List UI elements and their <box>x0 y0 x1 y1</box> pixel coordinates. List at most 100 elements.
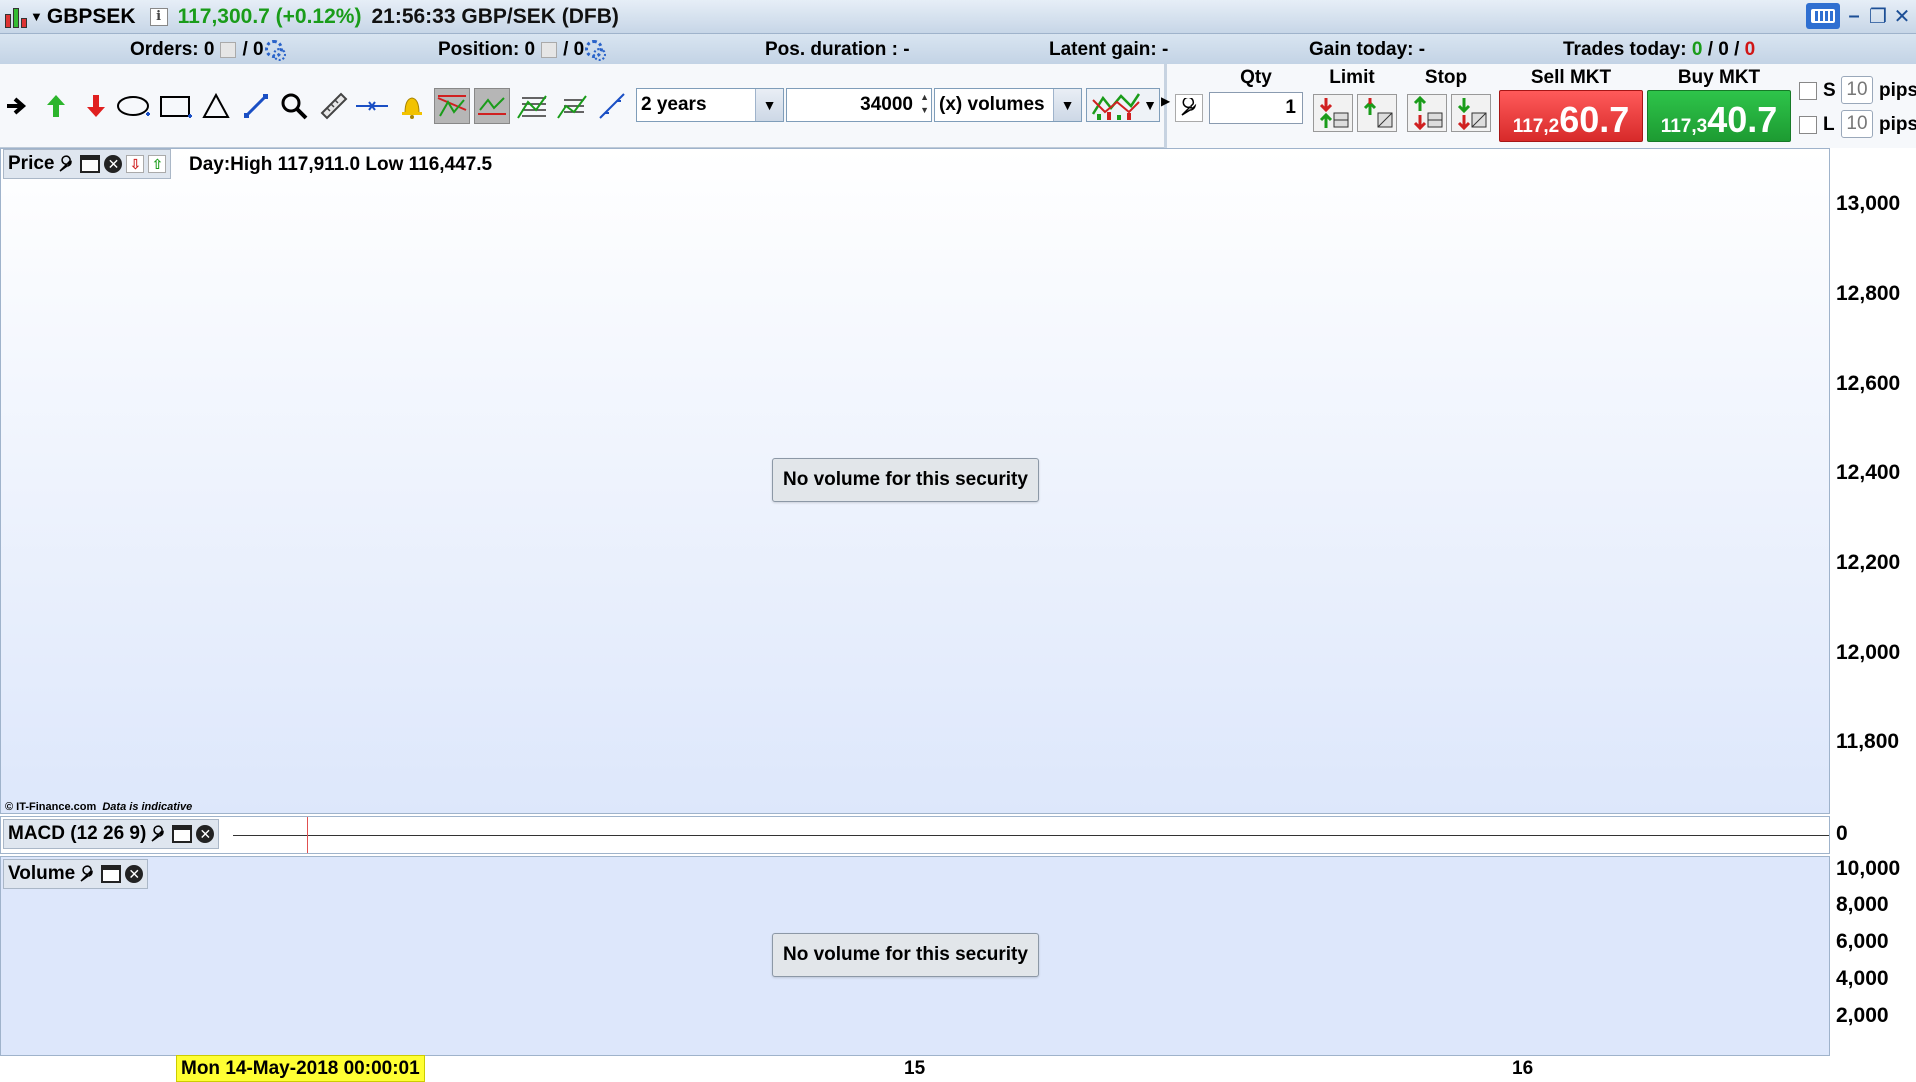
symbol-label[interactable]: GBPSEK <box>47 5 136 29</box>
price-axis-tick: 12,000 <box>1836 641 1901 664</box>
window-controls: – ❐ ✕ <box>1806 3 1912 29</box>
diagonal-line-tool-icon[interactable] <box>594 88 630 124</box>
horizontal-line-tool-icon[interactable] <box>354 88 390 124</box>
close-position-icon[interactable] <box>541 42 558 58</box>
limit-checkbox[interactable] <box>1799 116 1817 134</box>
chevron-down-icon[interactable]: ▼ <box>1141 89 1159 121</box>
macd-zero-line <box>233 835 1829 836</box>
line-segment-tool-icon[interactable] <box>238 88 274 124</box>
position-status: Position: 0 / 0 <box>438 39 607 61</box>
trades-count-total: 0 <box>1718 39 1729 60</box>
data-source-note: © IT-Finance.com Data is indicative <box>5 801 192 813</box>
macd-pane-header: MACD (12 26 9) ✕ <box>3 819 220 849</box>
crosshair-date-label: Mon 14-May-2018 00:00:01 <box>176 1055 425 1082</box>
panel-collapse-arrow-icon[interactable]: ▶ <box>1161 94 1170 108</box>
wrench-icon[interactable] <box>79 865 97 883</box>
stop-buy-order-icon[interactable] <box>1407 94 1447 132</box>
trades-today-label: Trades today: <box>1563 39 1687 60</box>
gain-today: Gain today: - <box>1309 39 1426 60</box>
macd-pane[interactable]: MACD (12 26 9) ✕ <box>0 816 1830 854</box>
limit-pips-input[interactable]: 10 <box>1841 110 1873 138</box>
trades-count-lost: 0 <box>1744 39 1756 60</box>
limit-label: Limit <box>1329 67 1375 88</box>
stop-sell-order-icon[interactable] <box>1451 94 1491 132</box>
qty-input[interactable]: 1 <box>1209 92 1303 124</box>
title-bar: ▼ GBPSEK i 117,300.7 (+0.12%) 21:56:33 G… <box>0 0 1916 34</box>
close-icon[interactable]: ✕ <box>1892 4 1912 28</box>
qty-value: 1 <box>1285 97 1296 118</box>
latent-gain: Latent gain: - <box>1049 39 1169 60</box>
price-pane-title: Price <box>8 153 55 174</box>
maximize-pane-icon[interactable] <box>101 865 122 883</box>
limit-buy-order-icon[interactable] <box>1357 94 1397 132</box>
info-icon[interactable]: i <box>149 7 168 26</box>
close-pane-icon[interactable]: ✕ <box>196 825 215 843</box>
move-down-icon[interactable]: ⇩ <box>126 155 145 173</box>
macd-title: MACD (12 26 9) <box>8 823 147 844</box>
period-value: 2 years <box>641 94 707 115</box>
indicative-text: Data is indicative <box>102 801 193 813</box>
position-label: Position: 0 <box>438 39 536 60</box>
symbol-menu-caret-icon[interactable]: ▼ <box>30 9 43 24</box>
copyright-text: © IT-Finance.com <box>5 801 97 813</box>
ruler-icon[interactable] <box>316 88 352 124</box>
macd-axis-label: 0 <box>1836 822 1848 845</box>
fibonacci-fan-tool-icon[interactable] <box>554 88 590 124</box>
ellipse-tool-icon[interactable] <box>116 88 152 124</box>
chevron-down-icon[interactable]: ▼ <box>1053 89 1081 121</box>
qty-label: Qty <box>1240 67 1272 88</box>
orders-status: Orders: 0 / 0 <box>130 39 286 61</box>
candlestick-app-icon[interactable] <box>2 4 28 30</box>
volume-pane[interactable]: Volume ✕ No volume for this security <box>0 856 1830 1056</box>
trades-count-won: 0 <box>1691 39 1703 60</box>
cancel-orders-icon[interactable] <box>220 42 237 58</box>
price-axis-tick: 11,800 <box>1836 730 1900 753</box>
limit-label-l: L <box>1823 114 1835 135</box>
wrench-icon[interactable] <box>150 825 168 843</box>
price-chart-pane[interactable]: Price ✕ ⇩ ⇧ Day:High 117,911.0 Low 116,4… <box>0 148 1830 814</box>
wrench-icon[interactable] <box>1175 94 1203 122</box>
close-pane-icon[interactable]: ✕ <box>104 155 123 173</box>
trend-channel-tool-icon[interactable] <box>434 88 470 124</box>
maximize-pane-icon[interactable] <box>80 155 101 173</box>
buy-market-button[interactable]: 117,3 40.7 <box>1647 90 1791 142</box>
bar-count-input[interactable]: 34000 ▲ ▼ <box>786 88 932 122</box>
keyboard-icon[interactable] <box>1806 3 1840 29</box>
regression-tool-icon[interactable] <box>474 88 510 124</box>
close-pane-icon[interactable]: ✕ <box>125 865 144 883</box>
pointer-arrow-icon[interactable] <box>0 88 36 124</box>
triangle-tool-icon[interactable] <box>198 88 234 124</box>
stop-loss-pips-input[interactable]: 10 <box>1841 76 1873 104</box>
indicator-select[interactable]: (x) volumes ▼ <box>934 88 1082 122</box>
orders-label: Orders: 0 <box>130 39 215 60</box>
stop-loss-pips-unit: pips <box>1879 80 1916 101</box>
restore-icon[interactable]: ❐ <box>1868 4 1888 28</box>
zoom-magnifier-icon[interactable] <box>276 88 312 124</box>
maximize-pane-icon[interactable] <box>172 825 193 843</box>
alert-bell-icon[interactable] <box>394 88 430 124</box>
sell-price-prefix: 117,2 <box>1512 116 1560 137</box>
fibonacci-tool-icon[interactable] <box>514 88 550 124</box>
position-settings-gear-icon[interactable] <box>584 39 607 61</box>
last-price: 117,300.7 (+0.12%) <box>177 4 362 28</box>
price-axis-tick: 12,200 <box>1836 551 1901 574</box>
sell-market-button[interactable]: 117,2 60.7 <box>1499 90 1643 142</box>
indicator-value: (x) volumes <box>939 94 1045 115</box>
stepper-icon[interactable]: ▲ ▼ <box>920 91 929 117</box>
drawing-toolbar: 2 years ▼ 34000 ▲ ▼ (x) volumes ▼ ▼ <box>0 64 1164 148</box>
crosshair-date: Mon 14-May-2018 00:00:01 <box>176 1055 425 1082</box>
minimize-icon[interactable]: – <box>1844 4 1864 28</box>
period-select[interactable]: 2 years ▼ <box>636 88 784 122</box>
rectangle-tool-icon[interactable] <box>158 88 194 124</box>
buy-mkt-label: Buy MKT <box>1677 67 1761 88</box>
sell-arrow-icon[interactable] <box>78 88 114 124</box>
buy-arrow-icon[interactable] <box>38 88 74 124</box>
limit-sell-order-icon[interactable] <box>1313 94 1353 132</box>
chevron-down-icon[interactable]: ▼ <box>755 89 783 121</box>
stop-loss-checkbox[interactable] <box>1799 82 1817 100</box>
chart-type-select[interactable]: ▼ <box>1086 88 1160 122</box>
orders-settings-gear-icon[interactable] <box>264 39 286 61</box>
wrench-icon[interactable] <box>58 155 76 173</box>
move-up-icon[interactable]: ⇧ <box>148 155 167 173</box>
trade-panel: ▶ Qty 1 Limit Stop Sell MKT 117,2 60.7 B… <box>1161 64 1916 148</box>
